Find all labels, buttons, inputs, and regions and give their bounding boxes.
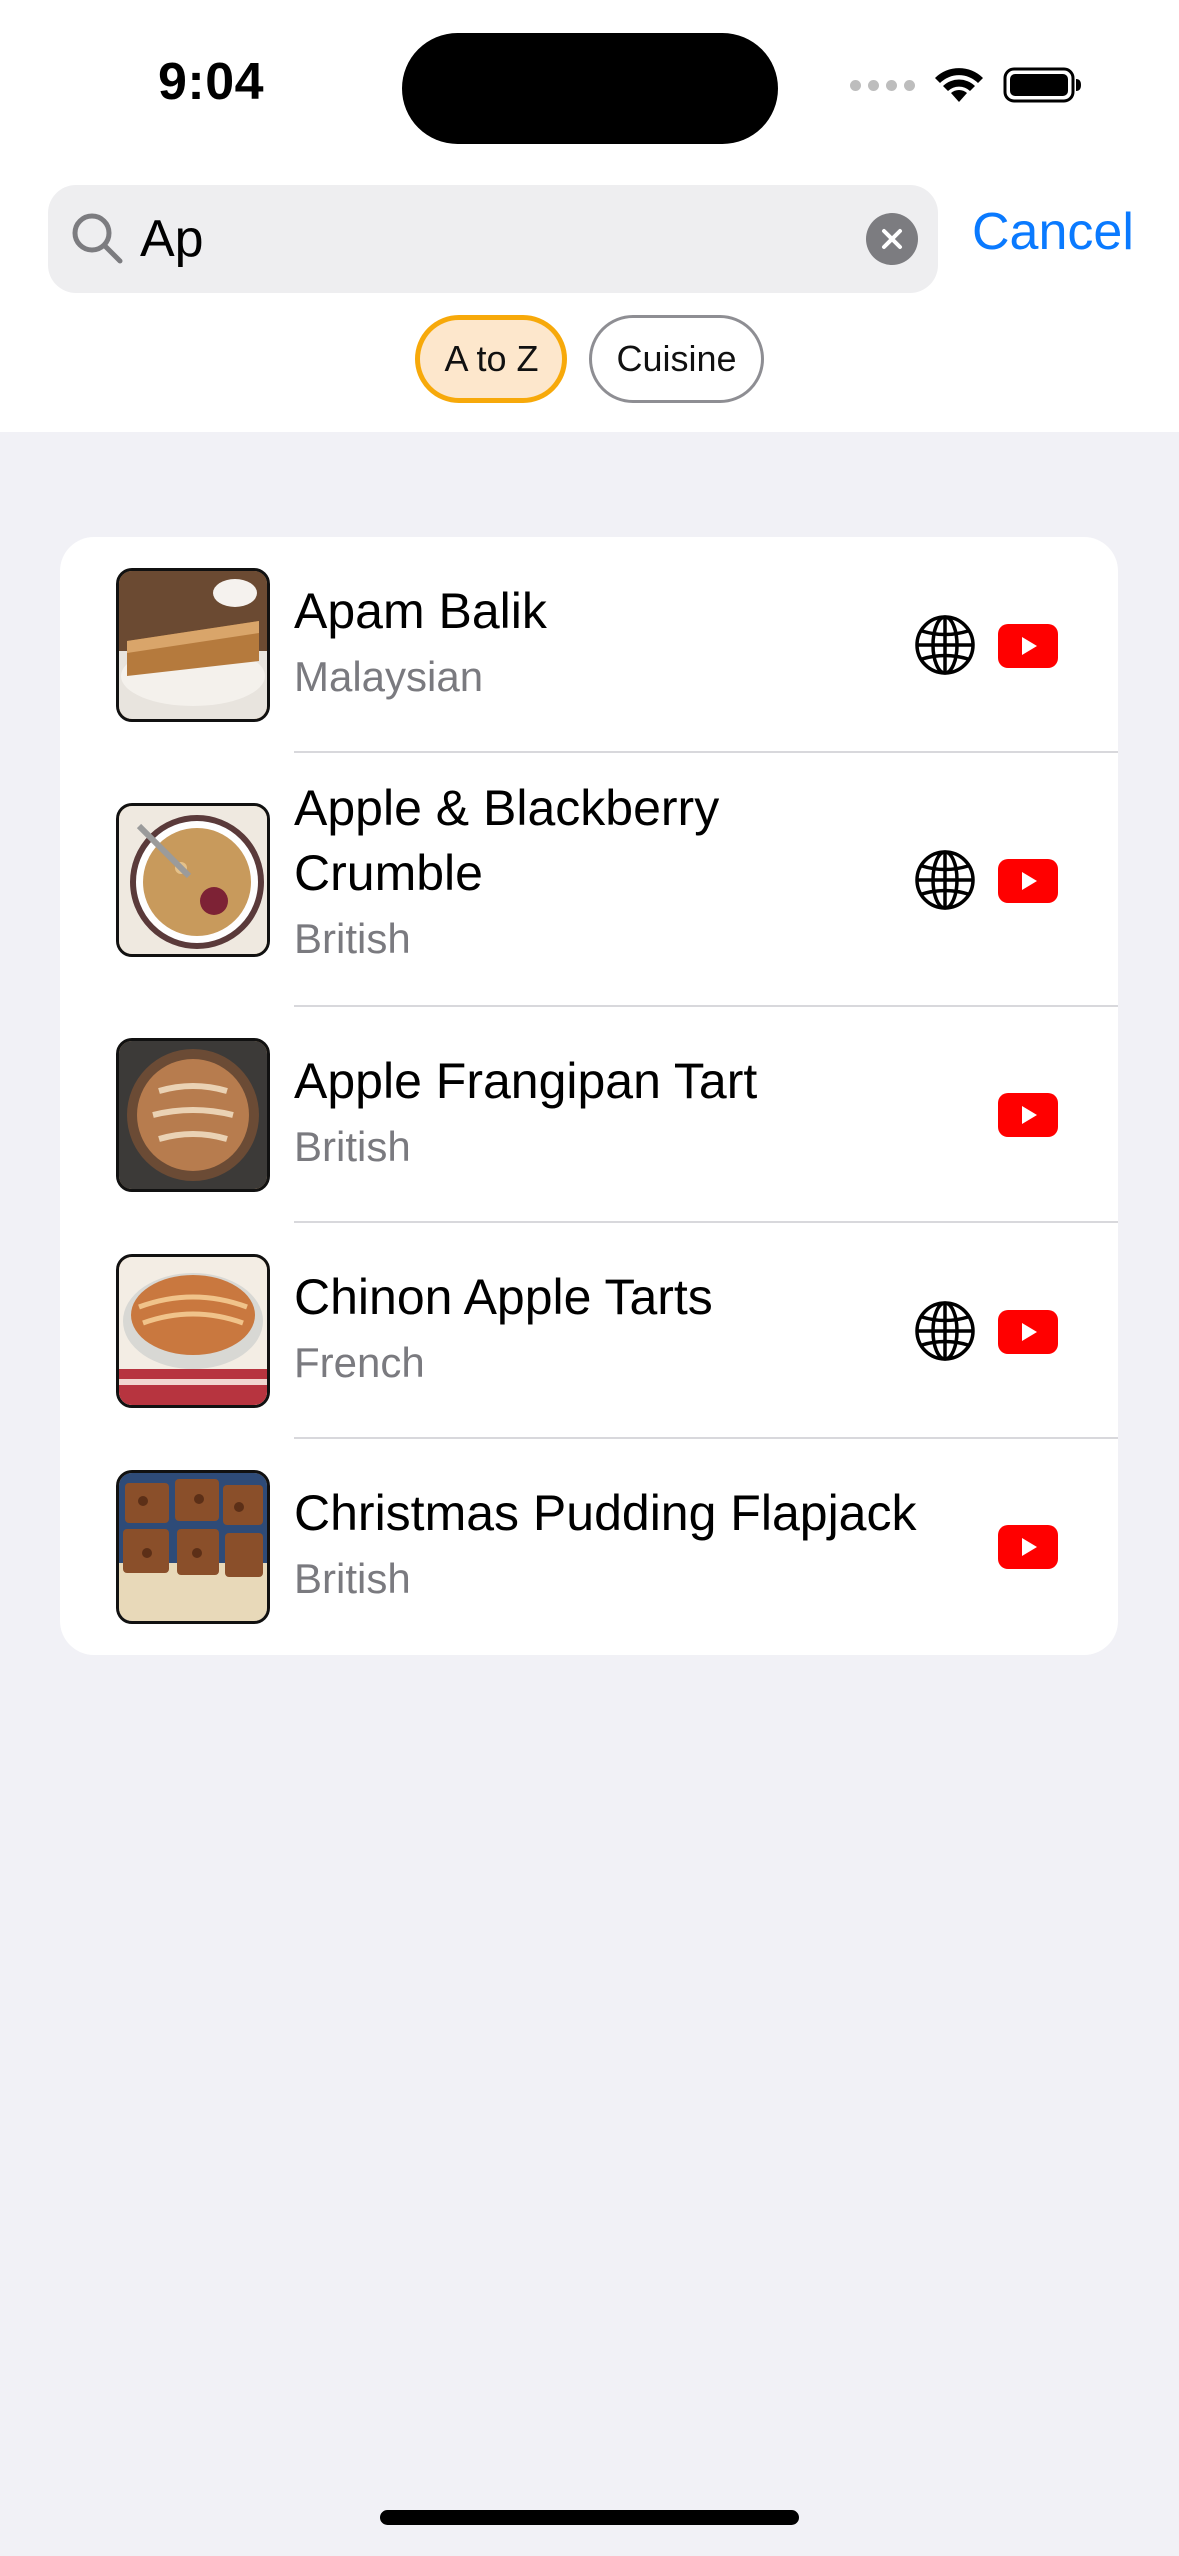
recipe-cuisine: British bbox=[294, 1123, 411, 1170]
filter-chip-cuisine[interactable]: Cuisine bbox=[589, 315, 764, 403]
list-item[interactable]: Apple & Blackberry Crumble British bbox=[60, 753, 1118, 1007]
recipe-title: Apam Balik bbox=[294, 583, 547, 639]
search-input[interactable] bbox=[140, 203, 880, 275]
youtube-icon[interactable] bbox=[998, 1525, 1058, 1569]
recipe-thumbnail bbox=[116, 803, 270, 957]
recipe-cuisine: British bbox=[294, 915, 411, 962]
wifi-icon bbox=[935, 68, 983, 102]
recipe-thumbnail bbox=[116, 1254, 270, 1408]
clear-icon bbox=[882, 229, 902, 249]
search-bar[interactable] bbox=[48, 185, 938, 293]
results-list: Apam Balik Malaysian Apple & Blackberry … bbox=[60, 537, 1118, 1655]
youtube-icon[interactable] bbox=[998, 1093, 1058, 1137]
dynamic-island bbox=[402, 33, 778, 144]
recipe-thumbnail bbox=[116, 568, 270, 722]
search-icon bbox=[72, 213, 123, 264]
recipe-title: Christmas Pudding Flapjack bbox=[294, 1485, 917, 1541]
cancel-button[interactable]: Cancel bbox=[972, 202, 1134, 262]
battery-icon bbox=[1003, 67, 1081, 103]
recipe-thumbnail bbox=[116, 1038, 270, 1192]
filter-chips: A to Z Cuisine bbox=[0, 315, 1179, 403]
recipe-cuisine: French bbox=[294, 1339, 425, 1386]
list-item[interactable]: Chinon Apple Tarts French bbox=[60, 1223, 1118, 1439]
recipe-cuisine: Malaysian bbox=[294, 653, 484, 700]
list-item[interactable]: Apple Frangipan Tart British bbox=[60, 1007, 1118, 1223]
filter-chip-a-to-z[interactable]: A to Z bbox=[415, 315, 568, 403]
globe-icon[interactable] bbox=[914, 849, 976, 911]
recipe-cuisine: British bbox=[294, 1555, 411, 1602]
status-indicators bbox=[850, 66, 1083, 104]
clear-search-button[interactable] bbox=[866, 213, 918, 265]
recipe-title: Apple Frangipan Tart bbox=[294, 1053, 758, 1109]
list-item[interactable]: Christmas Pudding Flapjack British bbox=[60, 1439, 1118, 1655]
recipe-title: Chinon Apple Tarts bbox=[294, 1269, 713, 1325]
globe-icon[interactable] bbox=[914, 1300, 976, 1362]
youtube-icon[interactable] bbox=[998, 1310, 1058, 1354]
list-item[interactable]: Apam Balik Malaysian bbox=[60, 537, 1118, 753]
recipe-thumbnail bbox=[116, 1470, 270, 1624]
home-indicator[interactable] bbox=[380, 2510, 799, 2525]
youtube-icon[interactable] bbox=[998, 624, 1058, 668]
youtube-icon[interactable] bbox=[998, 859, 1058, 903]
cellular-signal-icon bbox=[850, 79, 915, 91]
globe-icon[interactable] bbox=[914, 614, 976, 676]
recipe-title: Apple & Blackberry Crumble bbox=[294, 780, 720, 901]
status-time: 9:04 bbox=[158, 53, 265, 111]
